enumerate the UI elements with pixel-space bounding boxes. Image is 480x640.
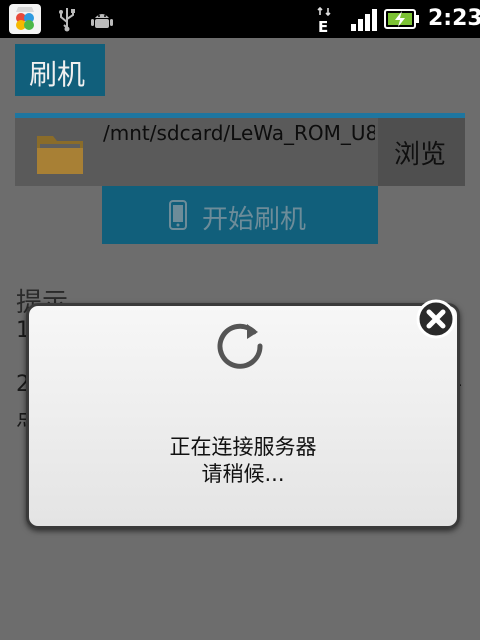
page-title: 刷机	[29, 58, 86, 91]
browse-button[interactable]: 浏览	[378, 118, 465, 186]
status-time: 2:23	[428, 6, 480, 31]
dialog-message: 正在连接服务器	[169, 435, 317, 459]
browse-label: 浏览	[394, 140, 447, 170]
battery-charging-icon	[384, 9, 419, 29]
start-flash-button[interactable]: 开始刷机	[102, 186, 378, 244]
file-path: /mnt/sdcard/LeWa_ROM_U880_12.06.01_40d05…	[103, 121, 375, 145]
app-icon	[9, 4, 41, 34]
progress-dialog: 正在连接服务器 请稍候...	[26, 303, 460, 529]
data-e-icon: E	[317, 6, 331, 34]
svg-text:E: E	[318, 18, 328, 34]
folder-icon	[37, 136, 83, 174]
loading-spinner-icon	[217, 323, 263, 369]
start-flash-label: 开始刷机	[202, 205, 307, 235]
title-tab[interactable]: 刷机	[15, 44, 105, 96]
close-icon[interactable]	[416, 299, 456, 339]
dialog-wait-message: 请稍候...	[201, 462, 285, 486]
file-row[interactable]: /mnt/sdcard/LeWa_ROM_U880_12.06.01_40d05…	[15, 118, 378, 186]
android-debug-icon	[91, 14, 113, 28]
usb-icon	[59, 8, 75, 32]
phone-icon	[169, 200, 187, 230]
signal-icon	[351, 9, 377, 31]
status-bar: E 2:23	[0, 0, 480, 38]
